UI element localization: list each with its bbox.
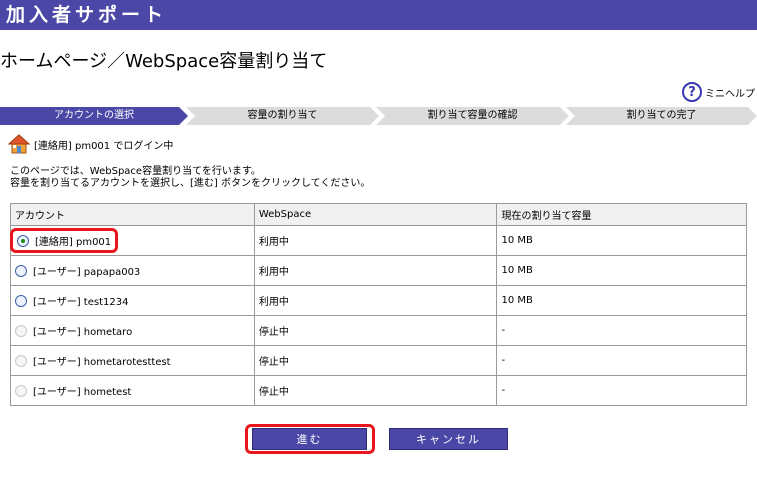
cancel-button[interactable]: キャンセル bbox=[389, 428, 508, 450]
account-radio[interactable] bbox=[15, 294, 27, 307]
next-button[interactable]: 進む bbox=[252, 428, 367, 450]
account-radio-disabled bbox=[15, 354, 27, 367]
header-bar: 加入者サポート bbox=[0, 0, 757, 30]
capacity-value: 10 MB bbox=[496, 225, 747, 256]
next-button-highlight: 進む bbox=[245, 424, 375, 454]
page-title: ホームページ／WebSpace容量割り当て bbox=[0, 51, 328, 72]
header-webspace: WebSpace bbox=[253, 203, 498, 226]
table-row: [ユーザー] hometaro 停止中 - bbox=[10, 315, 747, 346]
table-row: [ユーザー] hometarotesttest 停止中 - bbox=[10, 345, 747, 376]
table-row: [ユーザー] hometest 停止中 - bbox=[10, 375, 747, 406]
account-name: [ユーザー] hometest bbox=[33, 387, 132, 398]
help-icon[interactable]: ? bbox=[682, 82, 702, 102]
step-account-select: アカウントの選択 bbox=[0, 107, 188, 125]
capacity-value: - bbox=[496, 375, 747, 406]
account-name: [ユーザー] hometaro bbox=[33, 327, 133, 338]
account-name: [ユーザー] hometarotesttest bbox=[33, 357, 171, 368]
home-icon bbox=[8, 134, 30, 154]
webspace-status: 利用中 bbox=[253, 225, 498, 256]
account-radio-disabled bbox=[15, 384, 27, 397]
account-name: [連絡用] pm001 bbox=[35, 237, 112, 248]
account-name: [ユーザー] test1234 bbox=[33, 297, 129, 308]
step-capacity-confirm: 割り当て容量の確認 bbox=[376, 107, 569, 125]
step-assign-complete: 割り当ての完了 bbox=[566, 107, 757, 125]
header-account: アカウント bbox=[10, 203, 255, 226]
capacity-value: - bbox=[496, 345, 747, 376]
mini-help-link[interactable]: ? ミニヘルプ bbox=[682, 82, 755, 102]
button-area: 進む キャンセル bbox=[0, 424, 757, 454]
webspace-status: 停止中 bbox=[253, 315, 498, 346]
capacity-value: - bbox=[496, 315, 747, 346]
intro-line-2: 容量を割り当てるアカウントを選択し、[進む] ボタンをクリックしてください。 bbox=[10, 178, 371, 189]
highlighted-account: [連絡用] pm001 bbox=[10, 228, 119, 253]
table-row: [ユーザー] papapa003 利用中 10 MB bbox=[10, 255, 747, 286]
header-title: 加入者サポート bbox=[6, 4, 168, 26]
table-row: [連絡用] pm001 利用中 10 MB bbox=[10, 225, 747, 256]
header-capacity: 現在の割り当て容量 bbox=[496, 203, 747, 226]
account-name: [ユーザー] papapa003 bbox=[33, 267, 141, 278]
capacity-value: 10 MB bbox=[496, 255, 747, 286]
progress-steps: アカウントの選択 容量の割り当て 割り当て容量の確認 割り当ての完了 bbox=[0, 107, 757, 125]
intro-line-1: このページでは、WebSpace容量割り当てを行います。 bbox=[10, 166, 261, 177]
account-radio-disabled bbox=[15, 324, 27, 337]
step-capacity-assign: 容量の割り当て bbox=[186, 107, 379, 125]
webspace-status: 利用中 bbox=[253, 285, 498, 316]
webspace-status: 停止中 bbox=[253, 345, 498, 376]
login-status: [連絡用] pm001 でログイン中 bbox=[8, 134, 173, 154]
account-radio[interactable] bbox=[17, 234, 29, 247]
account-table: アカウント WebSpace 現在の割り当て容量 [連絡用] pm001 利用中… bbox=[10, 203, 747, 406]
capacity-value: 10 MB bbox=[496, 285, 747, 316]
mini-help-label[interactable]: ミニヘルプ bbox=[705, 85, 755, 100]
account-radio[interactable] bbox=[15, 264, 27, 277]
table-row: [ユーザー] test1234 利用中 10 MB bbox=[10, 285, 747, 316]
login-status-text: [連絡用] pm001 でログイン中 bbox=[34, 140, 174, 152]
intro-text: このページでは、WebSpace容量割り当てを行います。 容量を割り当てるアカウ… bbox=[10, 166, 370, 190]
webspace-status: 利用中 bbox=[253, 255, 498, 286]
table-header-row: アカウント WebSpace 現在の割り当て容量 bbox=[10, 203, 747, 226]
webspace-status: 停止中 bbox=[253, 375, 498, 406]
